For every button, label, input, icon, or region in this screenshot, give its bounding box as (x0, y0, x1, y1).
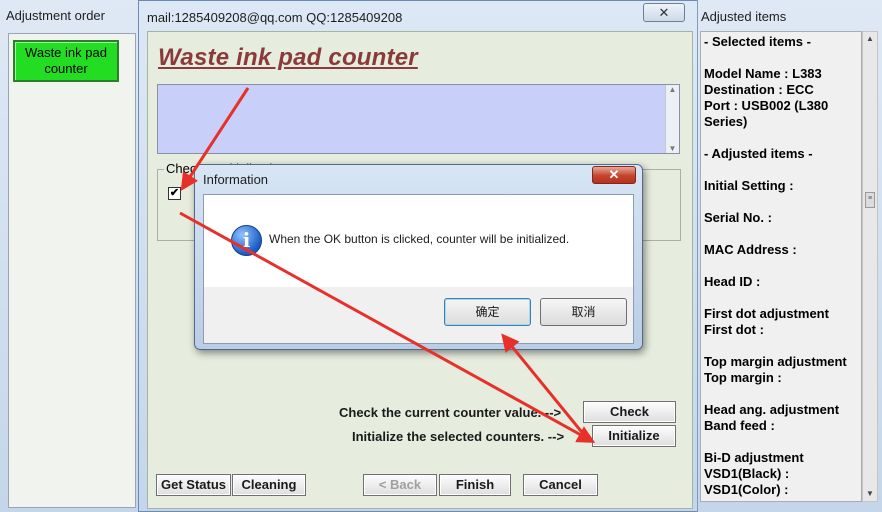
check-counter-label: Check the current counter value. --> (339, 405, 562, 420)
adjusted-item-line: Series) (704, 114, 748, 129)
scroll-up-icon[interactable]: ▲ (863, 32, 877, 46)
main-close-button[interactable]: ✕ (643, 3, 685, 22)
adjusted-item-line (704, 194, 861, 210)
adjusted-item-line: Serial No. : (704, 210, 772, 225)
close-icon: ✕ (658, 5, 670, 20)
adjusted-item-line (704, 290, 861, 306)
adjusted-item-line: MAC Address : (704, 242, 797, 257)
adjusted-item-line: First dot adjustment (704, 306, 829, 321)
dialog-title: Information (203, 172, 269, 187)
adjusted-item-line (704, 386, 861, 402)
adjusted-item-line (704, 226, 861, 242)
adjusted-items-window: Adjusted items - Selected items - Model N… (697, 0, 882, 512)
dialog-message: When the OK button is clicked, counter w… (269, 232, 570, 246)
check-button[interactable]: Check (583, 401, 676, 423)
scroll-down-icon[interactable]: ▼ (666, 144, 679, 153)
dialog-content: i When the OK button is clicked, counter… (203, 194, 634, 344)
adjusted-item-line: First dot : (704, 322, 764, 337)
back-button[interactable]: < Back (363, 474, 437, 496)
adjustment-order-title: Adjustment order (6, 8, 105, 23)
ok-button[interactable]: 确定 (444, 298, 531, 326)
adjusted-item-line: Head ang. adjustment (704, 402, 840, 417)
information-dialog: Information ✕ i When the OK button is cl… (194, 164, 643, 350)
adjusted-item-line: Port : USB002 (L380 (704, 98, 829, 113)
adjusted-item-line (704, 434, 861, 450)
adjusted-item-line: Top margin : (704, 370, 782, 385)
counter-checkbox[interactable]: ✔ (168, 187, 181, 200)
adjusted-item-line: VSD1(Black) : (704, 466, 790, 481)
adjusted-item-line (704, 130, 861, 146)
adjusted-item-line: - Selected items - (704, 34, 811, 49)
checkmark-icon: ✔ (169, 187, 180, 199)
adjusted-item-line: Top margin adjustment (704, 354, 847, 369)
dialog-close-button[interactable]: ✕ (592, 166, 636, 184)
adjusted-item-line: VSD1(Color) : (704, 482, 789, 497)
adjusted-item-line: Head ID : (704, 274, 761, 289)
info-text-area[interactable]: ▲ ▼ (157, 84, 680, 154)
cancel-button[interactable]: Cancel (523, 474, 598, 496)
get-status-button[interactable]: Get Status (156, 474, 231, 496)
adjustment-order-window: Adjustment order Waste ink pad counter (0, 0, 140, 512)
adjusted-item-line (704, 50, 861, 66)
adjusted-item-line: Initial Setting : (704, 178, 794, 193)
adjustment-order-list: Waste ink pad counter (8, 33, 136, 508)
info-icon: i (231, 225, 262, 256)
initialize-button[interactable]: Initialize (592, 425, 676, 447)
adjusted-items-scrollbar[interactable]: ▲ ≡ ▼ (862, 31, 878, 502)
scroll-thumb[interactable]: ≡ (865, 192, 875, 208)
adjusted-item-line: Band feed : (704, 418, 775, 433)
dialog-cancel-button[interactable]: 取消 (540, 298, 627, 326)
adjusted-item-line (704, 338, 861, 354)
adjusted-item-line: Destination : ECC (704, 82, 814, 97)
adjusted-item-line: Model Name : L383 (704, 66, 822, 81)
waste-ink-pad-counter-item[interactable]: Waste ink pad counter (13, 40, 119, 82)
adjusted-item-line (704, 258, 861, 274)
adjusted-items-title: Adjusted items (701, 9, 787, 24)
adjusted-item-line (704, 162, 861, 178)
page-title: Waste ink pad counter (158, 44, 418, 71)
info-scrollbar[interactable]: ▲ ▼ (665, 85, 679, 153)
cleaning-button[interactable]: Cleaning (232, 474, 306, 496)
adjusted-item-line: Bi-D adjustment (704, 450, 804, 465)
adjusted-items-list: - Selected items - Model Name : L383 Desti… (700, 31, 862, 502)
dialog-message-area: i When the OK button is clicked, counter… (204, 195, 633, 287)
scroll-up-icon[interactable]: ▲ (666, 85, 679, 94)
initialize-counters-label: Initialize the selected counters. --> (352, 429, 565, 444)
main-window-title: mail:1285409208@qq.com QQ:1285409208 (147, 10, 403, 25)
finish-button[interactable]: Finish (439, 474, 511, 496)
adjusted-item-line: - Adjusted items - (704, 146, 813, 161)
scroll-down-icon[interactable]: ▼ (863, 487, 877, 501)
close-icon: ✕ (608, 167, 620, 182)
